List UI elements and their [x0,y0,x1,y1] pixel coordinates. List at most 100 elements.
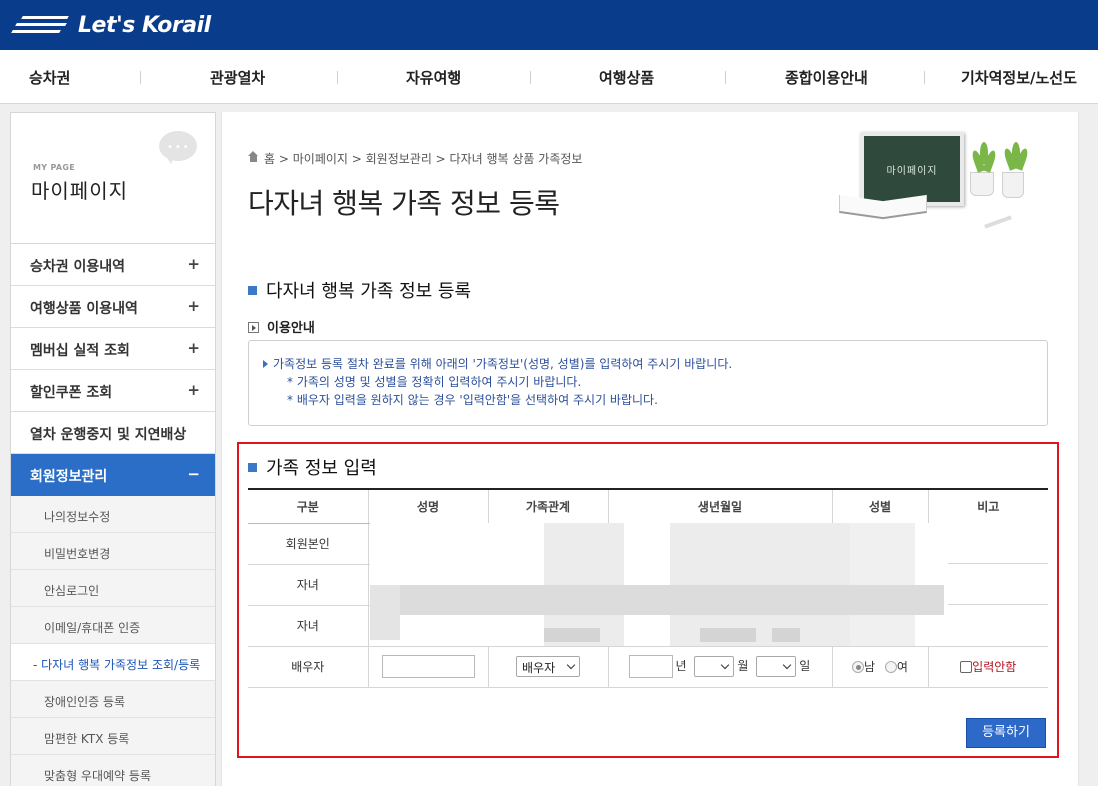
korail-logo-icon [11,13,72,37]
sidebar-item-coupon[interactable]: 할인쿠폰 조회 + [11,370,215,412]
guide-title-text: 이용안내 [267,321,315,336]
breadcrumb-path: > 마이페이지 > 회원정보관리 > 다자녀 행복 상품 가족정보 [278,152,583,166]
plus-icon: + [187,255,200,273]
plant-pot-image [970,172,994,196]
sidebar-sub-custom-reservation[interactable]: 맞춤형 우대예약 등록 [11,755,215,786]
gnb-divider [924,71,925,84]
breadcrumb-home[interactable]: 홈 [264,152,275,166]
sidebar-item-label: 멤버십 실적 조회 [30,343,130,359]
spouse-row: 배우자 배우자 년 월 일 남 여 입력안함 [248,646,1048,688]
sidebar-sub-edit-info[interactable]: 나의정보수정 [11,496,215,533]
day-unit: 일 [799,659,811,673]
gender-female-label: 여 [896,660,908,674]
sidebar: ••• MY PAGE 마이페이지 승차권 이용내역 + 여행상품 이용내역 +… [10,112,216,786]
chevron-down-icon [721,660,730,670]
gnb-divider [530,71,531,84]
sidebar-item-delay-compensation[interactable]: 열차 운행중지 및 지연배상 [11,412,215,454]
book-image [839,194,927,220]
sidebar-item-label: 할인쿠폰 조회 [30,385,113,401]
speech-bubble-icon: ••• [159,131,197,164]
skip-spouse-checkbox[interactable] [960,661,973,673]
column-header: 구분 [248,488,368,524]
sidebar-item-label: 여행상품 이용내역 [30,301,138,317]
gnb-divider [140,71,141,84]
plant-pot-image [1002,172,1024,198]
gnb-item-tour-train[interactable]: 관광열차 [210,67,265,88]
sidebar-header: ••• MY PAGE 마이페이지 [11,113,215,244]
chalkboard-image: 마이페이지 [860,132,964,206]
chalkboard-text: 마이페이지 [886,166,938,177]
logo-text: Let's Korail [78,12,211,38]
mypage-illustration: 마이페이지 [834,122,1054,232]
skip-spouse-label[interactable]: 입력안함 [972,660,1016,674]
sidebar-item-ticket-history[interactable]: 승차권 이용내역 + [11,244,215,286]
sidebar-item-label: 열차 운행중지 및 지연배상 [30,427,187,443]
gnb-item-travel-products[interactable]: 여행상품 [599,67,654,88]
plus-icon: + [187,339,200,357]
page-title: 다자녀 행복 가족 정보 등록 [248,187,560,220]
gnb-item-free-travel[interactable]: 자유여행 [406,67,461,88]
guide-line: * 가족의 성명 및 성별을 정확히 입력하여 주시기 바랍니다. [287,375,582,389]
spouse-name-input[interactable] [381,655,475,678]
main-content: 홈 > 마이페이지 > 회원정보관리 > 다자녀 행복 상품 가족정보 다자녀 … [221,112,1079,786]
top-header: Let's Korail [0,0,1098,50]
sidebar-item-label: 승차권 이용내역 [30,259,126,275]
section-title-registration: 다자녀 행복 가족 정보 등록 [248,277,471,303]
section-title-text: 가족 정보 입력 [266,458,377,479]
month-unit: 월 [737,659,749,673]
arrow-box-icon [248,322,259,333]
sidebar-item-label: 회원정보관리 [30,469,108,485]
row-type: 배우자 [248,646,368,688]
column-header: 생년월일 [607,488,832,524]
birth-year-input[interactable] [628,655,673,678]
chevron-down-icon [566,660,576,670]
relation-select[interactable]: 배우자 [516,656,580,677]
column-header: 성명 [367,488,488,524]
gnb-item-ticket[interactable]: 승차권 [29,67,70,88]
sidebar-item-membership[interactable]: 멤버십 실적 조회 + [11,328,215,370]
birth-day-select[interactable] [756,656,797,677]
sidebar-sub-mom-ktx[interactable]: 맘편한 KTX 등록 [11,718,215,755]
guide-box: 가족정보 등록 절차 완료를 위해 아래의 '가족정보'(성명, 성별)를 입력… [248,340,1048,426]
redacted-personal-info [370,523,1048,646]
gnb-item-guide[interactable]: 종합이용안내 [785,67,868,88]
chevron-down-icon [783,660,792,670]
gender-female-radio[interactable] [884,661,897,673]
column-header: 비고 [927,488,1048,524]
row-type: 자녀 [248,605,368,647]
sidebar-small-title: MY PAGE [33,163,75,172]
guide-line: * 배우자 입력을 원하지 않는 경우 '입력안함'을 선택하여 주시기 바랍니… [287,393,658,407]
plus-icon: + [187,297,200,315]
gender-male-label: 남 [864,660,876,674]
gnb-divider [725,71,726,84]
table-header-row: 구분 성명 가족관계 생년월일 성별 비고 [248,488,1048,524]
gnb-divider [337,71,338,84]
row-type: 자녀 [248,564,368,606]
pen-image [984,215,1012,229]
column-header: 가족관계 [487,488,608,524]
gnb-item-station-info[interactable]: 기차역정보/노선도 [961,67,1077,88]
sidebar-item-member-info[interactable]: 회원정보관리 − [11,454,215,496]
relation-select-value: 배우자 [522,661,556,675]
sidebar-sub-email-phone-auth[interactable]: 이메일/휴대폰 인증 [11,607,215,644]
guide-title: 이용안내 [248,317,315,336]
korail-logo[interactable]: Let's Korail [11,10,211,40]
sidebar-sub-safe-login[interactable]: 안심로그인 [11,570,215,607]
column-header: 성별 [831,488,928,524]
sidebar-sub-change-password[interactable]: 비밀번호변경 [11,533,215,570]
global-nav: 승차권 관광열차 자유여행 여행상품 종합이용안내 기차역정보/노선도 [0,50,1098,104]
sidebar-sub-disability[interactable]: 장애인인증 등록 [11,681,215,718]
row-type: 회원본인 [248,523,368,565]
guide-line: 가족정보 등록 절차 완료를 위해 아래의 '가족정보'(성명, 성별)를 입력… [263,355,1047,373]
gender-male-radio[interactable] [852,661,865,673]
breadcrumb: 홈 > 마이페이지 > 회원정보관리 > 다자녀 행복 상품 가족정보 [248,150,582,167]
register-button[interactable]: 등록하기 [966,718,1046,748]
sidebar-menu: 승차권 이용내역 + 여행상품 이용내역 + 멤버십 실적 조회 + 할인쿠폰 … [11,244,215,786]
square-bullet-icon [248,286,257,295]
sidebar-item-product-history[interactable]: 여행상품 이용내역 + [11,286,215,328]
home-icon[interactable] [248,151,259,164]
plus-icon: + [187,381,200,399]
sidebar-sub-multi-child-family[interactable]: - 다자녀 행복 가족정보 조회/등록 [11,644,215,681]
section-title-family-input: 가족 정보 입력 [248,454,377,480]
birth-month-select[interactable] [694,656,735,677]
